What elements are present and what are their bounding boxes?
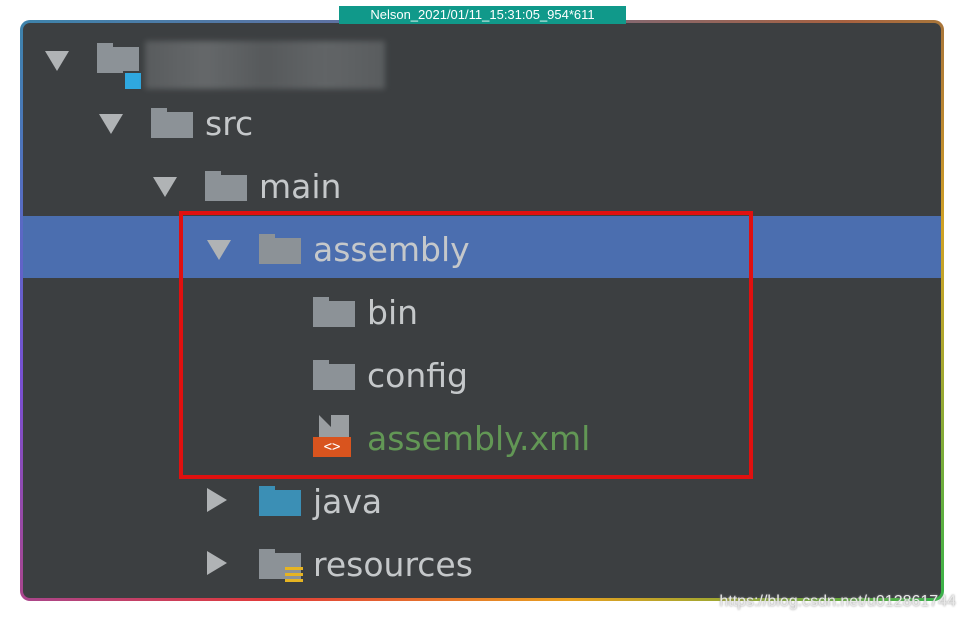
resources-badge-icon [285, 567, 303, 587]
tree-item-assembly[interactable]: assembly [23, 216, 941, 278]
source-folder-icon [259, 486, 301, 516]
tree-item-label: assembly [313, 230, 470, 269]
collapse-arrow-icon[interactable] [207, 551, 227, 575]
xml-tag-glyph: <> [313, 437, 351, 457]
expand-arrow-icon[interactable] [45, 51, 69, 71]
tree-item-resources[interactable]: resources [23, 531, 941, 593]
tree-item-label: main [259, 167, 342, 206]
tree-item-config[interactable]: config [23, 342, 941, 404]
tree-item-java[interactable]: java [23, 468, 941, 530]
capture-label: Nelson_2021/01/11_15:31:05_954*611 [339, 6, 626, 24]
watermark: https://blog.csdn.net/u012861744 [719, 593, 956, 610]
module-folder-icon [97, 43, 139, 73]
xml-file-icon: <> [313, 415, 351, 459]
collapse-arrow-icon[interactable] [207, 488, 227, 512]
tree-item-label: src [205, 104, 254, 143]
tree-item-label: java [313, 482, 383, 521]
module-name-redacted [145, 41, 385, 89]
tree-item-module-root[interactable] [23, 27, 941, 91]
expand-arrow-icon[interactable] [207, 240, 231, 260]
tree-item-label: bin [367, 293, 419, 332]
folder-icon [205, 171, 247, 201]
folder-icon [313, 297, 355, 327]
tree-item-assembly-xml[interactable]: <> assembly.xml [23, 405, 941, 467]
module-badge-icon [123, 71, 143, 91]
tree-item-bin[interactable]: bin [23, 279, 941, 341]
tree-item-src[interactable]: src [23, 90, 941, 152]
tree-item-label: config [367, 356, 468, 395]
expand-arrow-icon[interactable] [99, 114, 123, 134]
folder-icon [151, 108, 193, 138]
tree-item-main[interactable]: main [23, 153, 941, 215]
expand-arrow-icon[interactable] [153, 177, 177, 197]
project-tree-panel: src main assembly bin config <> assembly… [23, 23, 941, 598]
tree-item-label: resources [313, 545, 473, 584]
folder-icon [313, 360, 355, 390]
screenshot-frame: src main assembly bin config <> assembly… [20, 20, 944, 601]
tree-item-label: assembly.xml [367, 419, 591, 458]
folder-icon [259, 234, 301, 264]
